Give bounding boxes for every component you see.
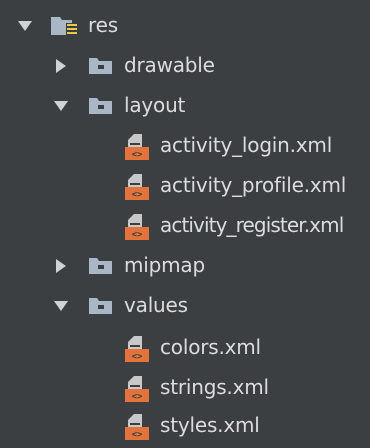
svg-text:<>: <> [132,230,143,240]
svg-text:<>: <> [132,392,143,402]
tree-node-label: layout [124,93,186,117]
tree-node-drawable[interactable]: drawable [0,46,370,86]
xml-file-icon: <> [125,336,149,362]
tree-node-values[interactable]: values [0,286,370,326]
tree-file-strings[interactable]: <> strings.xml [0,368,370,408]
chevron-right-icon[interactable] [52,57,70,75]
tree-node-label: drawable [124,53,215,77]
folder-icon [89,258,112,274]
tree-node-layout[interactable]: layout [0,86,370,126]
folder-icon [89,298,112,314]
folder-icon [89,58,112,74]
tree-file-colors[interactable]: <> colors.xml [0,328,370,368]
tree-file-activity-register[interactable]: <> activity_register.xml [0,206,370,246]
xml-file-icon: <> [125,214,149,240]
tree-node-label: values [124,293,188,317]
tree-node-res[interactable]: res [0,6,370,46]
svg-text:<>: <> [132,430,143,440]
svg-text:<>: <> [132,150,143,160]
tree-file-label: styles.xml [160,413,260,437]
tree-file-label: activity_register.xml [160,213,344,237]
xml-file-icon: <> [125,414,149,440]
svg-text:<>: <> [132,190,143,200]
project-tree: res drawable layout <> activity_login.xm… [0,0,370,448]
tree-file-label: activity_profile.xml [160,173,347,197]
chevron-down-icon[interactable] [52,297,70,315]
xml-file-icon: <> [125,174,149,200]
tree-file-label: activity_login.xml [160,133,333,157]
chevron-down-icon[interactable] [16,17,34,35]
folder-icon [89,98,112,114]
xml-file-icon: <> [125,376,149,402]
svg-text:<>: <> [132,352,143,362]
xml-file-icon: <> [125,134,149,160]
resource-folder-icon [51,17,78,36]
tree-file-label: colors.xml [160,335,261,359]
tree-file-activity-profile[interactable]: <> activity_profile.xml [0,166,370,206]
tree-file-label: strings.xml [160,375,269,399]
chevron-right-icon[interactable] [52,257,70,275]
chevron-down-icon[interactable] [52,97,70,115]
tree-node-label: res [88,13,118,37]
tree-node-mipmap[interactable]: mipmap [0,246,370,286]
tree-node-label: mipmap [124,253,205,277]
tree-file-styles[interactable]: <> styles.xml [0,406,370,446]
tree-file-activity-login[interactable]: <> activity_login.xml [0,126,370,166]
